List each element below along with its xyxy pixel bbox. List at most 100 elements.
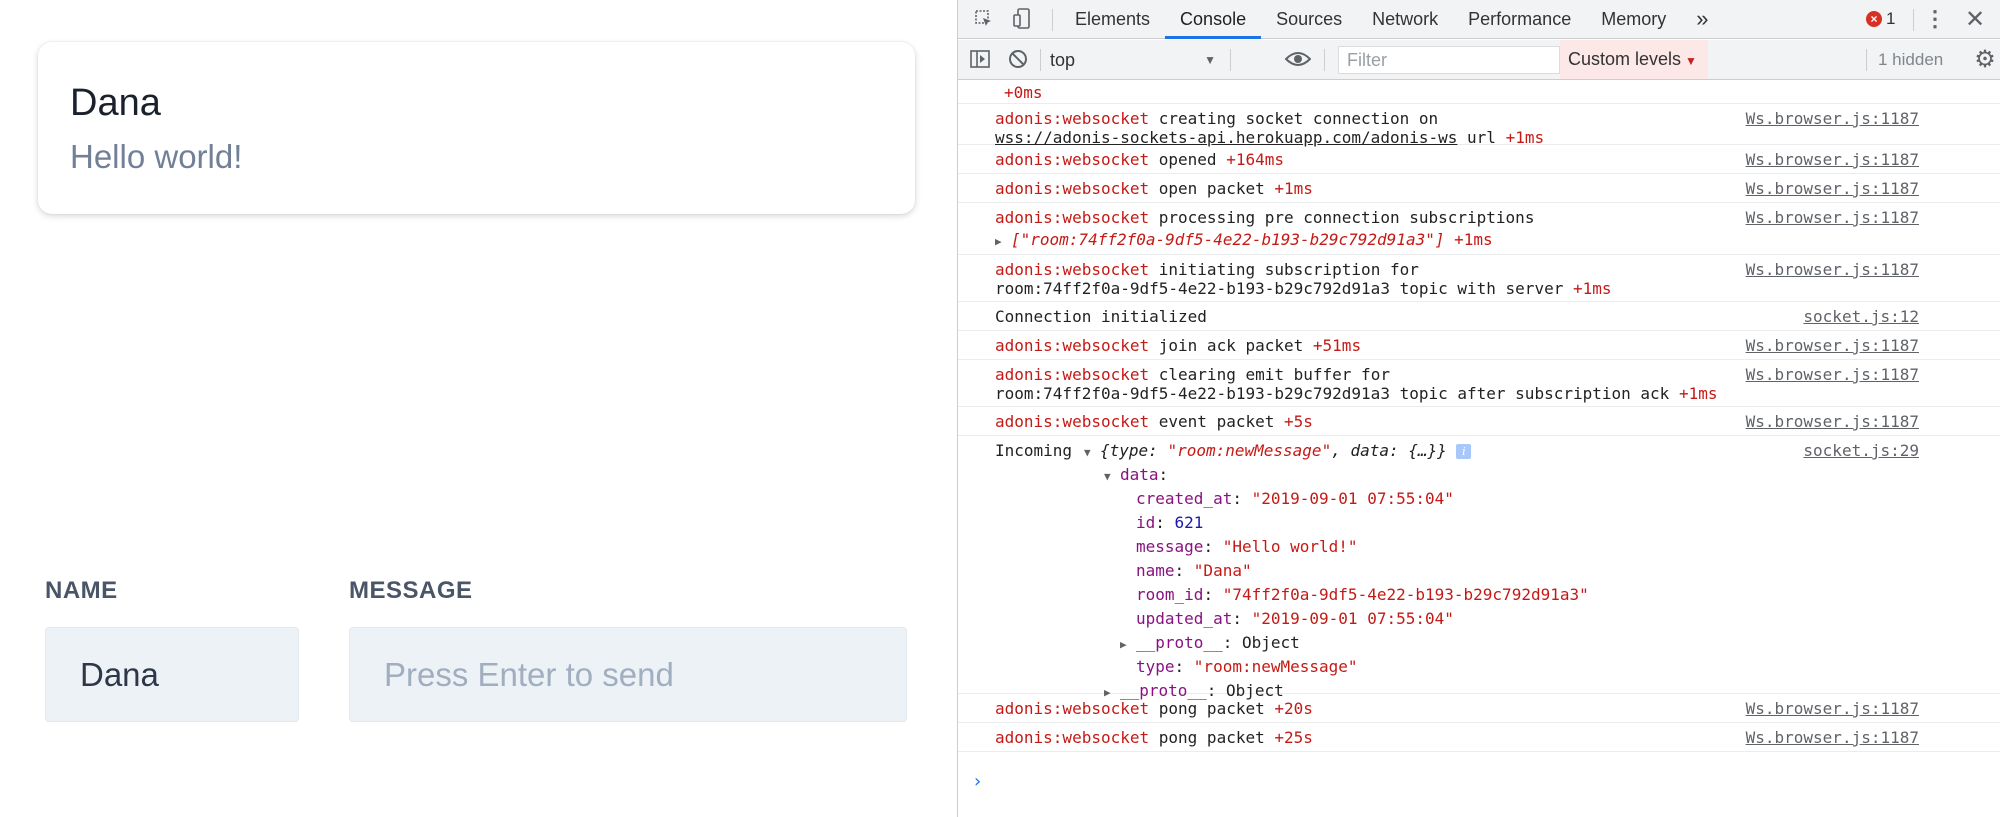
source-link[interactable]: Ws.browser.js:1187 <box>1746 412 1919 431</box>
log-text: adonis:websocket event packet +5s <box>995 412 1313 431</box>
error-icon: × <box>1866 11 1882 27</box>
log-levels-label: Custom levels <box>1568 49 1682 69</box>
object-property: id: 621 <box>1136 513 1204 532</box>
log-text: wss://adonis-sockets-api.herokuapp.com/a… <box>995 128 1545 147</box>
object-property: created_at: "2019-09-01 07:55:04" <box>1136 489 1454 508</box>
source-link[interactable]: socket.js:29 <box>1803 441 1919 460</box>
console-prompt[interactable]: › <box>972 771 983 792</box>
object-property[interactable]: ▶ __proto__: Object <box>1120 633 1300 652</box>
source-link[interactable]: Ws.browser.js:1187 <box>1746 336 1919 355</box>
devtools-tabs: Elements Console Sources Network Perform… <box>1060 0 1723 39</box>
tab-elements[interactable]: Elements <box>1060 0 1165 39</box>
settings-gear-icon[interactable]: ⚙ <box>1974 40 1996 78</box>
collapse-triangle-icon[interactable]: ▼ <box>1104 470 1120 483</box>
object-property: message: "Hello world!" <box>1136 537 1358 556</box>
log-row: adonis:websocket event packet +5s Ws.bro… <box>958 408 2000 436</box>
source-link[interactable]: Ws.browser.js:1187 <box>1746 109 1919 128</box>
expand-triangle-icon[interactable]: ▶ <box>1120 638 1136 651</box>
socket-url-link[interactable]: wss://adonis-sockets-api.herokuapp.com/a… <box>995 128 1457 147</box>
log-row: adonis:websocket join ack packet +51ms W… <box>958 332 2000 360</box>
sidebar-toggle-icon[interactable] <box>968 40 992 78</box>
divider <box>1913 9 1914 31</box>
live-expression-eye-icon[interactable] <box>1284 40 1312 78</box>
device-toolbar-icon[interactable] <box>1010 0 1034 38</box>
console-filter-input[interactable] <box>1338 46 1560 74</box>
devtools-panel: Elements Console Sources Network Perform… <box>957 0 2000 817</box>
tab-network[interactable]: Network <box>1357 0 1453 39</box>
log-text: adonis:websocket initiating subscription… <box>995 260 1419 279</box>
error-count: 1 <box>1886 9 1896 28</box>
source-link[interactable]: socket.js:12 <box>1803 307 1919 326</box>
tab-performance[interactable]: Performance <box>1453 0 1586 39</box>
log-text: adonis:websocket pong packet +25s <box>995 728 1313 747</box>
collapse-triangle-icon[interactable]: ▼ <box>1084 446 1100 459</box>
log-text: room:74ff2f0a-9df5-4e22-b193-b29c792d91a… <box>995 279 1612 298</box>
message-text: Hello world! <box>70 138 243 175</box>
source-link[interactable]: Ws.browser.js:1187 <box>1746 365 1919 384</box>
log-text: adonis:websocket creating socket connect… <box>995 109 1439 128</box>
log-text: adonis:websocket pong packet +20s <box>995 699 1313 718</box>
clear-console-icon[interactable] <box>1006 40 1030 78</box>
console-output: +0ms adonis:websocket creating socket co… <box>958 81 2000 817</box>
name-input[interactable] <box>45 627 299 722</box>
inspect-element-icon[interactable] <box>972 0 996 38</box>
divider <box>1230 49 1231 71</box>
dropdown-arrow-icon: ▼ <box>1685 54 1697 68</box>
log-row: adonis:websocket clearing emit buffer fo… <box>958 361 2000 407</box>
more-tabs-button[interactable]: » <box>1681 0 1723 39</box>
log-row: Connection initialized socket.js:12 <box>958 303 2000 331</box>
tab-console[interactable]: Console <box>1165 0 1262 39</box>
tab-sources[interactable]: Sources <box>1261 0 1357 39</box>
log-row: +0ms <box>958 81 2000 104</box>
close-icon[interactable]: ✕ <box>1964 0 1986 38</box>
tab-memory[interactable]: Memory <box>1586 0 1681 39</box>
source-link[interactable]: Ws.browser.js:1187 <box>1746 260 1919 279</box>
source-link[interactable]: Ws.browser.js:1187 <box>1746 179 1919 198</box>
object-property: name: "Dana" <box>1136 561 1252 580</box>
object-preview[interactable]: ▼ {type: "room:newMessage", data: {…}} i <box>1084 441 1472 460</box>
expand-triangle-icon[interactable]: ▶ <box>995 235 1011 248</box>
log-row: adonis:websocket opened +164ms Ws.browse… <box>958 146 2000 174</box>
log-row: adonis:websocket pong packet +20s Ws.bro… <box>958 695 2000 723</box>
log-levels-dropdown[interactable]: Custom levels ▼ <box>1560 40 1708 79</box>
source-link[interactable]: Ws.browser.js:1187 <box>1746 150 1919 169</box>
source-link[interactable]: Ws.browser.js:1187 <box>1746 728 1919 747</box>
devtools-tabbar: Elements Console Sources Network Perform… <box>958 0 2000 39</box>
log-row: adonis:websocket open packet +1ms Ws.bro… <box>958 175 2000 203</box>
object-property: room_id: "74ff2f0a-9df5-4e22-b193-b29c79… <box>1136 585 1589 604</box>
log-text: adonis:websocket processing pre connecti… <box>995 208 1535 227</box>
kebab-menu-icon[interactable]: ⋮ <box>1924 0 1946 38</box>
divider <box>1324 49 1325 71</box>
log-text: adonis:websocket open packet +1ms <box>995 179 1313 198</box>
console-toolbar: top ▼ Custom levels▼ 1 hidden ⚙ <box>958 40 2000 80</box>
message-author: Dana <box>70 82 161 124</box>
message-card: Dana Hello world! <box>38 42 915 214</box>
log-row: adonis:websocket creating socket connect… <box>958 105 2000 147</box>
context-value: top <box>1050 50 1076 70</box>
source-link[interactable]: Ws.browser.js:1187 <box>1746 208 1919 227</box>
log-text: Incoming <box>995 441 1073 460</box>
name-label: NAME <box>45 577 118 604</box>
log-text: room:74ff2f0a-9df5-4e22-b193-b29c792d91a… <box>995 384 1718 403</box>
log-row-object: Incoming ▼ {type: "room:newMessage", data… <box>958 437 2000 700</box>
log-text: Connection initialized <box>995 307 1207 326</box>
log-row: adonis:websocket pong packet +25s Ws.bro… <box>958 724 2000 752</box>
log-row: adonis:websocket initiating subscription… <box>958 256 2000 302</box>
divider <box>1052 9 1053 31</box>
array-preview[interactable]: ▶ ["room:74ff2f0a-9df5-4e22-b193-b29c792d… <box>995 230 1493 249</box>
divider <box>1866 49 1867 71</box>
divider <box>1040 49 1041 71</box>
source-link[interactable]: Ws.browser.js:1187 <box>1746 699 1919 718</box>
log-text: adonis:websocket opened +164ms <box>995 150 1284 169</box>
object-property: updated_at: "2019-09-01 07:55:04" <box>1136 609 1454 628</box>
message-label: MESSAGE <box>349 577 473 604</box>
log-text: adonis:websocket join ack packet +51ms <box>995 336 1362 355</box>
info-icon[interactable]: i <box>1456 444 1472 459</box>
hidden-messages-count: 1 hidden <box>1878 50 1944 69</box>
message-input[interactable] <box>349 627 907 722</box>
context-selector[interactable]: top ▼ <box>1050 47 1220 73</box>
dropdown-arrow-icon: ▼ <box>1204 53 1216 67</box>
timing-delta: +0ms <box>1004 83 1043 102</box>
error-counter[interactable]: × 1 <box>1866 9 1895 29</box>
object-property[interactable]: ▼ data: <box>1104 465 1168 484</box>
